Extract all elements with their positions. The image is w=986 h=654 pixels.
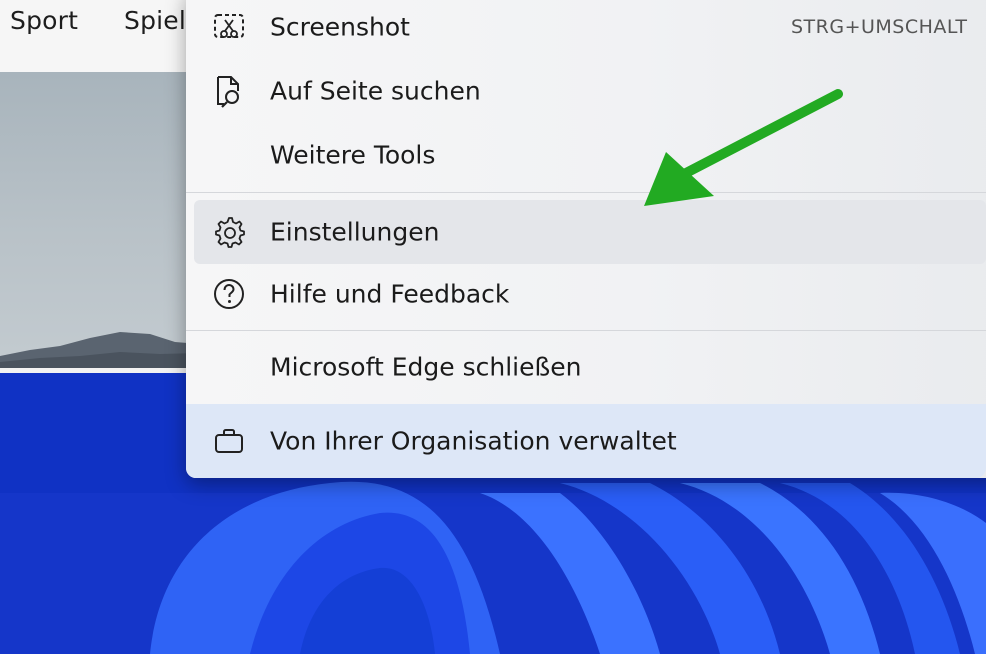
menu-item-label: Hilfe und Feedback (270, 279, 510, 309)
menu-item-label: Weitere Tools (270, 140, 436, 170)
menu-item-label: Microsoft Edge schließen (270, 352, 582, 382)
menu-item-screenshot[interactable]: Screenshot STRG+UMSCHALT (186, 0, 986, 59)
nav-item-spiel[interactable]: Spiel (124, 6, 186, 35)
menu-item-more-tools[interactable]: Weitere Tools (186, 123, 986, 187)
keyboard-shortcut: STRG+UMSCHALT (791, 16, 968, 38)
annotation-arrow (644, 89, 843, 206)
find-on-page-icon (212, 74, 246, 108)
screenshot-icon (212, 10, 246, 44)
menu-item-label: Screenshot (270, 12, 410, 42)
menu-item-label: Von Ihrer Organisation verwaltet (270, 426, 677, 456)
hero-image (0, 72, 200, 368)
menu-item-close-edge[interactable]: Microsoft Edge schließen (186, 335, 986, 399)
help-icon (212, 277, 246, 311)
gear-icon (212, 215, 246, 249)
mountain-silhouette (0, 332, 200, 368)
nav-item-sport[interactable]: Sport (10, 6, 78, 35)
menu-item-settings[interactable]: Einstellungen (194, 200, 986, 264)
menu-item-managed-by-organization[interactable]: Von Ihrer Organisation verwaltet (186, 409, 986, 473)
menu-separator (186, 192, 986, 193)
menu-item-label: Einstellungen (270, 217, 440, 247)
menu-item-help-feedback[interactable]: Hilfe und Feedback (186, 262, 986, 326)
briefcase-icon (212, 424, 246, 458)
menu-item-find-on-page[interactable]: Auf Seite suchen (186, 59, 986, 123)
edge-settings-menu: Screenshot STRG+UMSCHALT Auf Seite suche… (186, 0, 986, 478)
menu-item-label: Auf Seite suchen (270, 76, 481, 106)
menu-separator (186, 330, 986, 331)
